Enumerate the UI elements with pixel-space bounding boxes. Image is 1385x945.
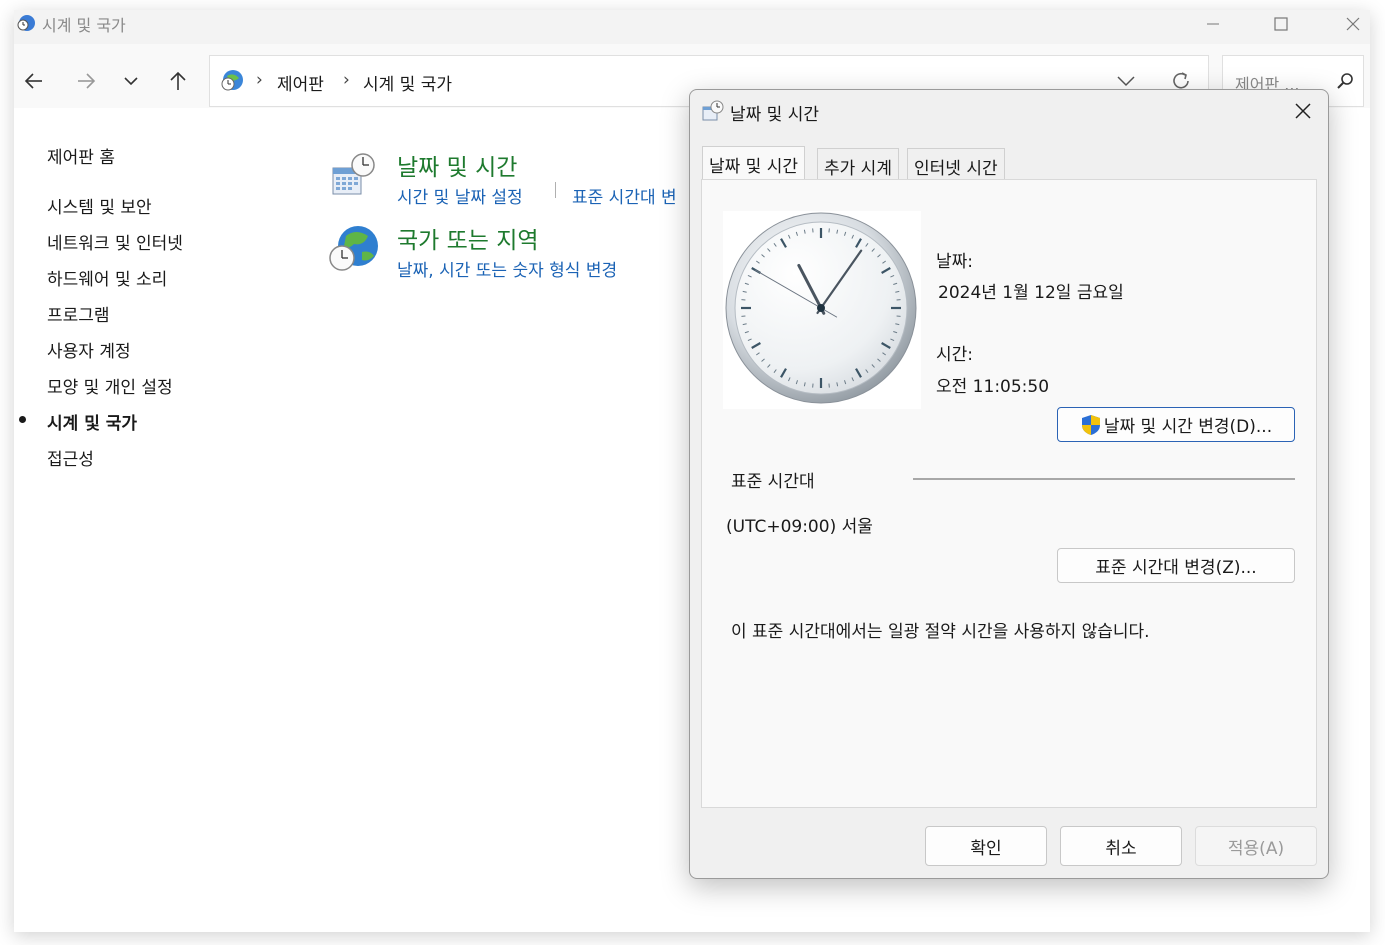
control-panel-clock-icon: [17, 15, 35, 31]
change-datetime-label: 날짜 및 시간 변경(D)...: [1103, 417, 1273, 437]
tab-internet-time[interactable]: 인터넷 시간: [907, 148, 1005, 181]
forward-button[interactable]: [70, 62, 102, 100]
breadcrumb-control-panel[interactable]: 제어판: [277, 70, 324, 95]
date-time-dialog: 날짜 및 시간 날짜 및 시간 추가 시계 인터넷 시간 날짜: 2024년 1…: [689, 89, 1329, 879]
minimize-button[interactable]: [1190, 10, 1236, 38]
minimize-icon: [1207, 23, 1219, 25]
cancel-button[interactable]: 취소: [1060, 826, 1182, 866]
link-separator: [555, 182, 556, 198]
change-timezone-button[interactable]: 표준 시간대 변경(Z)...: [1057, 548, 1295, 583]
nav-clock-region[interactable]: 시계 및 국가: [47, 409, 137, 434]
arrow-up-icon: [170, 71, 186, 90]
clock-center-pin: [817, 304, 825, 312]
date-label: 날짜:: [936, 252, 974, 272]
nav-network-internet[interactable]: 네트워크 및 인터넷: [47, 229, 183, 254]
link-change-formats[interactable]: 날짜, 시간 또는 숫자 형식 변경: [397, 256, 617, 281]
clock-face-icon: [725, 212, 917, 404]
tab-panel: 날짜: 2024년 1월 12일 금요일 시간: 오전 11:05:50 날짜 …: [701, 179, 1317, 808]
analog-clock: [723, 211, 921, 409]
chevron-down-icon: [124, 77, 138, 86]
search-icon: [1337, 73, 1353, 89]
maximize-button[interactable]: [1258, 10, 1304, 38]
category-date-time-title[interactable]: 날짜 및 시간: [397, 148, 517, 182]
cancel-label: 취소: [1105, 838, 1137, 859]
nav-ease-of-access[interactable]: 접근성: [47, 445, 94, 470]
category-region-title[interactable]: 국가 또는 지역: [397, 221, 539, 255]
address-dropdown-icon[interactable]: [1117, 74, 1135, 88]
timezone-divider: [913, 478, 1295, 480]
nav-hardware-sound[interactable]: 하드웨어 및 소리: [47, 265, 167, 290]
timezone-value: (UTC+09:00) 서울: [726, 517, 873, 537]
title-bar: 시계 및 국가: [14, 10, 1370, 44]
tab-additional-clocks[interactable]: 추가 시계: [817, 148, 899, 181]
calendar-clock-icon: [702, 100, 724, 121]
recent-locations-button[interactable]: [115, 62, 147, 100]
calendar-clock-icon[interactable]: [330, 152, 376, 198]
dialog-close-button[interactable]: [1288, 96, 1318, 126]
nav-control-panel-home[interactable]: 제어판 홈: [47, 143, 115, 168]
breadcrumb-separator-icon: ›: [343, 70, 350, 90]
maximize-icon: [1274, 17, 1288, 31]
close-icon: [1346, 17, 1360, 31]
arrow-left-icon: [24, 73, 42, 89]
arrow-right-icon: [78, 73, 96, 89]
up-button[interactable]: [162, 62, 194, 100]
active-nav-bullet: [19, 416, 26, 423]
time-label: 시간:: [936, 345, 974, 365]
breadcrumb-separator-icon: ›: [256, 70, 263, 90]
nav-user-accounts[interactable]: 사용자 계정: [47, 337, 131, 362]
nav-system-security[interactable]: 시스템 및 보안: [47, 193, 152, 218]
tab-date-time[interactable]: 날짜 및 시간: [702, 146, 806, 181]
link-change-time-zone[interactable]: 표준 시간대 변: [572, 183, 677, 208]
link-set-time-date[interactable]: 시간 및 날짜 설정: [397, 183, 523, 208]
ok-button[interactable]: 확인: [925, 826, 1047, 866]
breadcrumb-clock-region[interactable]: 시계 및 국가: [363, 70, 452, 95]
dialog-title: 날짜 및 시간: [730, 105, 820, 125]
close-icon: [1295, 103, 1311, 119]
uac-shield-icon: [1081, 414, 1100, 435]
apply-label: 적용(A): [1227, 838, 1285, 859]
apply-button[interactable]: 적용(A): [1195, 826, 1317, 866]
change-datetime-button[interactable]: 날짜 및 시간 변경(D)...: [1057, 407, 1295, 442]
date-value: 2024년 1월 12일 금요일: [938, 283, 1124, 303]
ok-label: 확인: [970, 838, 1002, 859]
globe-clock-icon[interactable]: [328, 224, 380, 274]
nav-appearance[interactable]: 모양 및 개인 설정: [47, 373, 173, 398]
control-panel-icon: [221, 70, 243, 91]
time-value: 오전 11:05:50: [936, 377, 1050, 397]
dst-note: 이 표준 시간대에서는 일광 절약 시간을 사용하지 않습니다.: [731, 622, 1150, 642]
close-window-button[interactable]: [1330, 10, 1376, 38]
window-title: 시계 및 국가: [42, 16, 126, 35]
nav-programs[interactable]: 프로그램: [47, 301, 110, 326]
back-button[interactable]: [18, 62, 50, 100]
timezone-heading: 표준 시간대: [731, 472, 815, 492]
change-timezone-label: 표준 시간대 변경(Z)...: [1095, 558, 1257, 578]
